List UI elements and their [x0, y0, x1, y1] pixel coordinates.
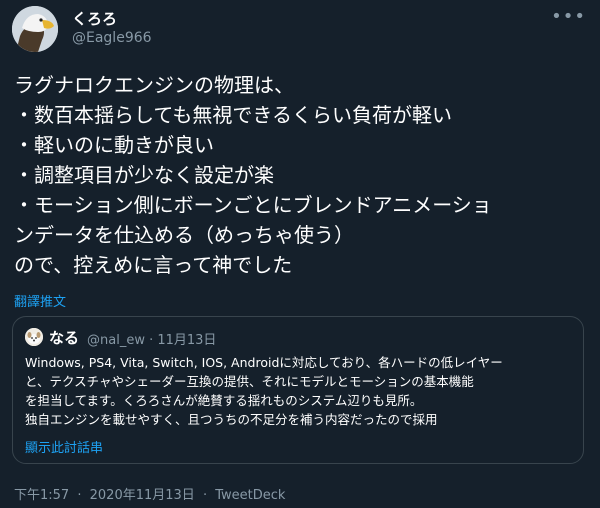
avatar[interactable]: [12, 6, 58, 52]
quoted-handle-date: @nal_ew · 11月13日: [87, 333, 217, 348]
quoted-line: と、テクスチャやシェーダー互換の提供、それにモデルとモーションの基本機能: [25, 374, 474, 389]
tweet-line: ンデータを仕込める（めっちゃ使う）: [14, 223, 354, 247]
tweet-line: ・モーション側にボーンごとにブレンドアニメーショ: [14, 193, 492, 217]
dog-avatar-icon: [25, 328, 43, 346]
tweet-line: ・数百本揺らしても無視できるくらい負荷が軽い: [14, 103, 452, 127]
quoted-line: 独自エンジンを載せやすく、且つうちの不足分を補う内容だったので採用: [25, 412, 438, 427]
separator-dot: ·: [77, 488, 82, 503]
quoted-avatar[interactable]: [25, 328, 43, 346]
translate-tweet-link[interactable]: 翻譯推文: [14, 291, 66, 310]
quoted-tweet-text: Windows, PS4, Vita, Switch, IOS, Android…: [25, 353, 575, 429]
tweet-line: ・調整項目が少なく設定が楽: [14, 163, 274, 187]
tweet-line: ラグナロクエンジンの物理は、: [14, 73, 294, 97]
tweet-text: ラグナロクエンジンの物理は、 ・数百本揺らしても無視できるくらい負荷が軽い ・軽…: [14, 70, 590, 280]
eagle-avatar-icon: [12, 6, 58, 52]
more-options-icon[interactable]: •••: [551, 6, 586, 27]
tweet-line: ・軽いのに動きが良い: [14, 133, 214, 157]
tweet-time[interactable]: 下午1:57: [14, 488, 69, 503]
show-thread-link[interactable]: 顯示此討話串: [25, 437, 103, 456]
quoted-line: を担当してます。くろろさんが絶賛する揺れものシステム辺りも見所。: [25, 393, 423, 408]
display-name[interactable]: くろろ: [72, 8, 117, 29]
tweet-source[interactable]: TweetDeck: [215, 488, 285, 503]
tweet-date[interactable]: 2020年11月13日: [90, 488, 195, 503]
quoted-display-name[interactable]: なる: [49, 327, 79, 348]
tweet-line: ので、控えめに言って神でした: [14, 253, 293, 277]
quoted-tweet-card[interactable]: なる @nal_ew · 11月13日 Windows, PS4, Vita, …: [12, 316, 584, 464]
user-handle[interactable]: @Eagle966: [72, 30, 152, 46]
quoted-line: Windows, PS4, Vita, Switch, IOS, Android…: [25, 355, 503, 370]
tweet-footer: 下午1:57 · 2020年11月13日 · TweetDeck: [14, 484, 289, 503]
separator-dot: ·: [202, 488, 208, 503]
